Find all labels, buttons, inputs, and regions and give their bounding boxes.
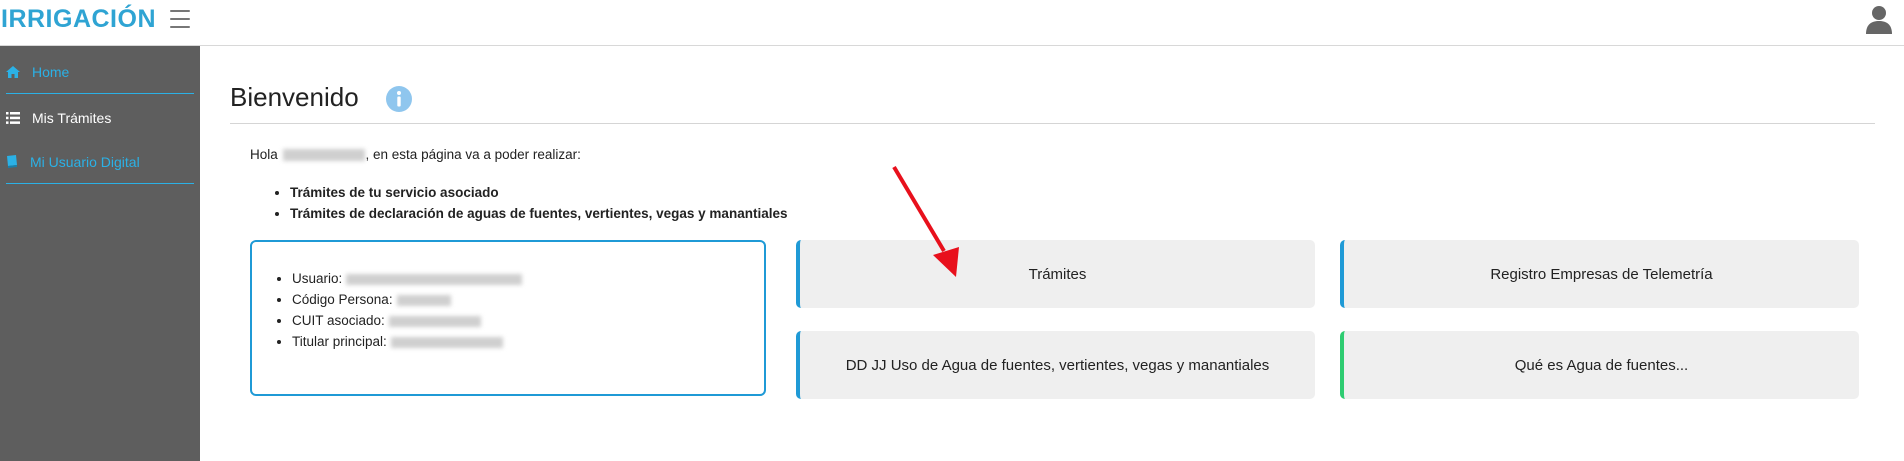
user-info-cuit: CUIT asociado: (292, 310, 522, 331)
user-avatar-icon[interactable] (1865, 4, 1893, 34)
que-es-agua-button[interactable]: Qué es Agua de fuentes... (1340, 331, 1859, 399)
book-icon (7, 155, 17, 168)
list-item: Trámites de declaración de aguas de fuen… (290, 203, 787, 224)
blurred-value (346, 273, 523, 285)
sidebar-item-label: Mi Usuario Digital (30, 153, 140, 170)
page-title: Bienvenido (230, 82, 359, 112)
logo-text: IRRIGACIÓN (1, 5, 156, 33)
list-item: Trámites de tu servicio asociado (290, 182, 787, 203)
sidebar: Home Mis Trámites Mi Usuario Digital (0, 46, 200, 461)
user-info-usuario: Usuario: (292, 268, 523, 289)
features-list: Trámites de tu servicio asociado Trámite… (272, 182, 787, 224)
logo[interactable]: IRRIGACIÓN (1, 4, 156, 34)
intro-prefix: Hola (250, 147, 278, 162)
user-info-titular: Titular principal: (292, 331, 522, 352)
top-bar: IRRIGACIÓN (0, 0, 1904, 46)
annotation-arrow-icon (892, 165, 959, 277)
intro-text: Hola , en esta página va a poder realiza… (250, 147, 581, 162)
sidebar-item-mis-tramites[interactable]: Mis Trámites (6, 96, 194, 140)
registro-telemetria-button[interactable]: Registro Empresas de Telemetría (1340, 240, 1859, 308)
blurred-user-name (282, 149, 365, 162)
blurred-value (390, 336, 503, 348)
title-divider (230, 123, 1875, 124)
list-icon (6, 112, 20, 124)
user-info-codigo: Código Persona: (292, 289, 522, 310)
info-icon[interactable] (386, 86, 412, 112)
blurred-value (396, 294, 451, 306)
blurred-value (388, 315, 481, 327)
hamburger-icon[interactable] (170, 10, 190, 28)
home-icon (6, 65, 20, 78)
intro-suffix: , en esta página va a poder realizar: (365, 147, 581, 162)
sidebar-item-label: Mis Trámites (32, 110, 112, 126)
ddjj-uso-agua-button[interactable]: DD JJ Uso de Agua de fuentes, vertientes… (796, 331, 1315, 399)
sidebar-item-home[interactable]: Home (6, 50, 194, 94)
tramites-button[interactable]: Trámites (796, 240, 1315, 308)
user-info-box: Usuario: Código Persona: CUIT asociado: … (250, 240, 766, 396)
sidebar-item-label: Home (32, 63, 70, 80)
sidebar-item-mi-usuario-digital[interactable]: Mi Usuario Digital (6, 140, 194, 184)
